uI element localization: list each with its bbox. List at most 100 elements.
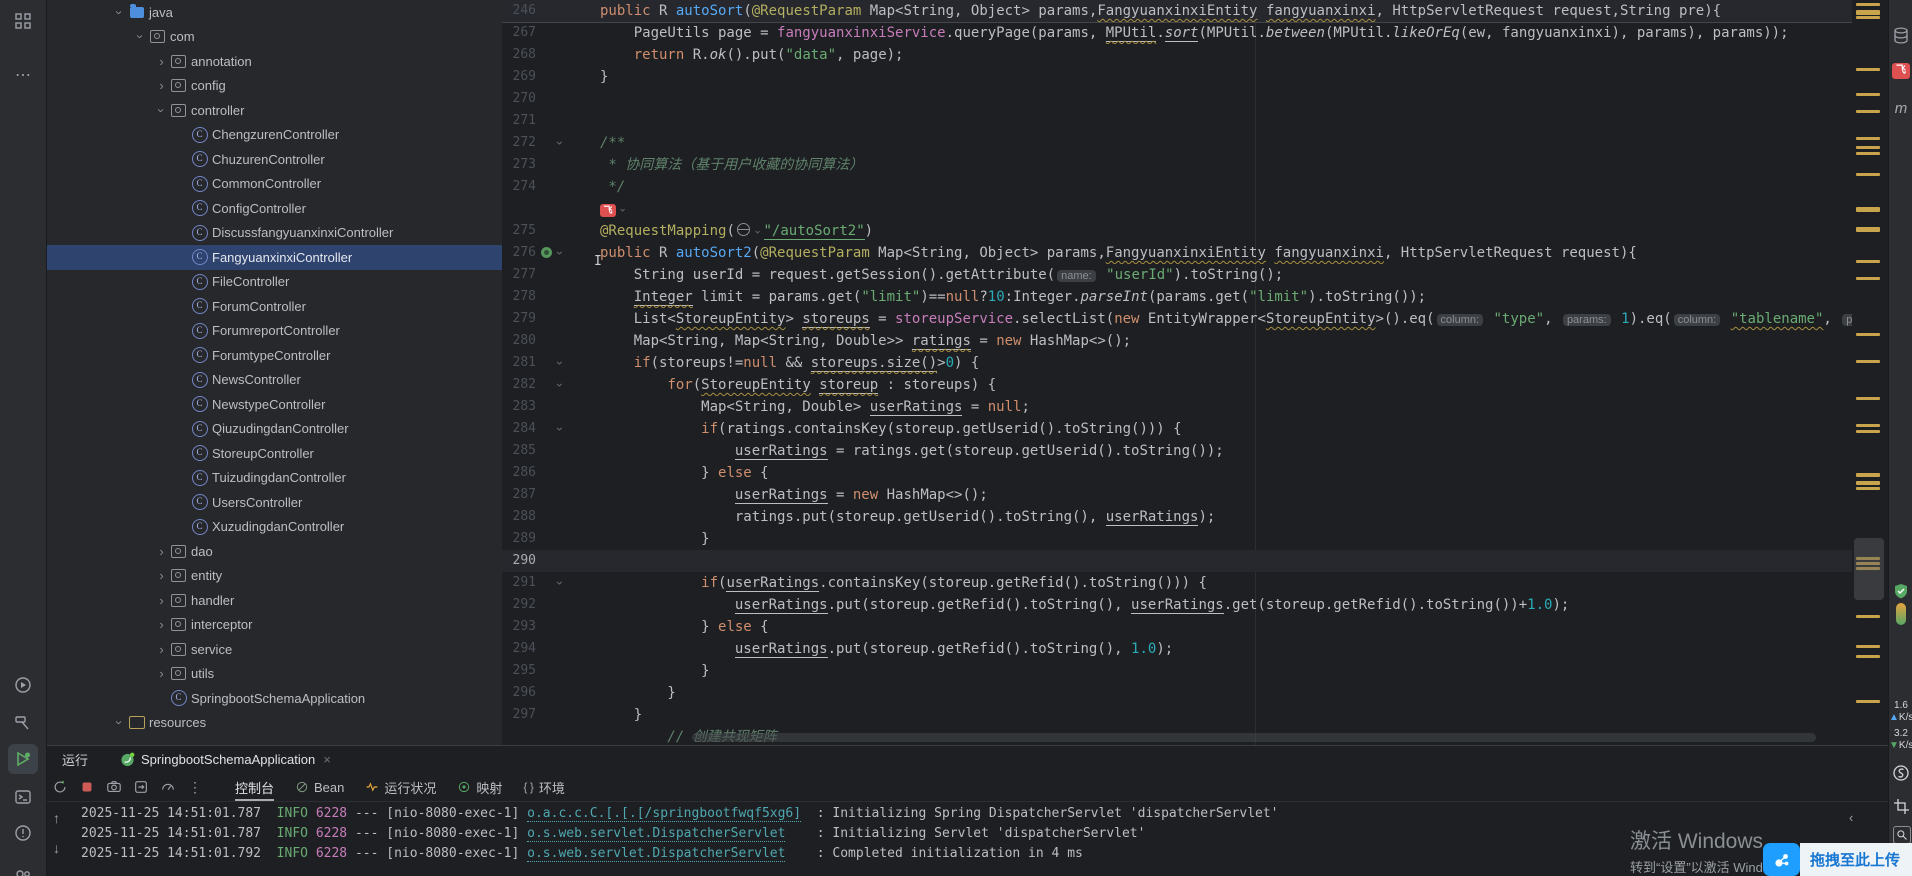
build-icon[interactable]	[8, 708, 38, 738]
tree-item-interceptor[interactable]: ›interceptor	[47, 613, 502, 638]
database-icon[interactable]	[1891, 26, 1911, 46]
code-line-297[interactable]: 297 }	[502, 704, 1852, 726]
project-structure-icon[interactable]	[8, 6, 38, 36]
code-line-288[interactable]: 288 ratings.put(storeup.getUserid().toSt…	[502, 506, 1852, 528]
more-tool-windows-icon[interactable]: ⋯	[8, 60, 38, 90]
vertical-scrollbar-thumb[interactable]	[1854, 538, 1884, 600]
code-line-270[interactable]: 270	[502, 88, 1852, 110]
commit-icon[interactable]	[8, 862, 38, 876]
code-line-268[interactable]: 268 return R.ok().put("data", page);	[502, 44, 1852, 66]
rerun-button[interactable]	[51, 778, 69, 796]
code-line-289[interactable]: 289 }	[502, 528, 1852, 550]
code-line-246[interactable]: 246public R autoSort(@RequestParam Map<S…	[502, 0, 1852, 23]
tree-item-ChuzurenController[interactable]: CChuzurenController	[47, 147, 502, 172]
tree-item-XuzudingdanController[interactable]: CXuzudingdanController	[47, 515, 502, 540]
search-icon[interactable]	[1893, 826, 1911, 844]
code-line-279[interactable]: 279 List<StoreupEntity> storeups = store…	[502, 308, 1852, 330]
tree-item-resources[interactable]: ›resources	[47, 711, 502, 736]
tree-item-StoreupController[interactable]: CStoreupController	[47, 441, 502, 466]
tree-item-DiscussfangyuanxinxiController[interactable]: CDiscussfangyuanxinxiController	[47, 221, 502, 246]
screenshot-button[interactable]	[105, 778, 123, 796]
screenshot-crop-icon[interactable]	[1891, 798, 1911, 815]
tree-chevron-icon[interactable]: ›	[153, 78, 170, 93]
code-line-293[interactable]: 293 } else {	[502, 616, 1852, 638]
code-line-280[interactable]: 280 Map<String, Map<String, Double>> rat…	[502, 330, 1852, 352]
code-line-287[interactable]: 287 userRatings = new HashMap<>();	[502, 484, 1852, 506]
tree-chevron-icon[interactable]: ›	[153, 642, 170, 657]
code-line-292[interactable]: 292 userRatings.put(storeup.getRefid().t…	[502, 594, 1852, 616]
scroll-down-icon[interactable]: ↓	[53, 840, 60, 856]
code-line-294[interactable]: 294 userRatings.put(storeup.getRefid().t…	[502, 638, 1852, 660]
tree-item-ForumController[interactable]: CForumController	[47, 294, 502, 319]
tree-item-ChengzurenController[interactable]: CChengzurenController	[47, 123, 502, 148]
tree-chevron-icon[interactable]: ›	[153, 54, 170, 69]
tree-chevron-icon[interactable]: ›	[112, 4, 127, 21]
tree-item-com[interactable]: ›com	[47, 25, 502, 50]
services-icon[interactable]	[8, 670, 38, 700]
tree-item-java[interactable]: ›java	[47, 0, 502, 25]
code-line-291[interactable]: 291› if(userRatings.containsKey(storeup.…	[502, 572, 1852, 594]
gauge-button[interactable]	[159, 778, 177, 796]
fold-chevron-icon[interactable]: ›	[549, 361, 571, 365]
terminal-icon[interactable]	[8, 782, 38, 812]
tree-item-annotation[interactable]: ›annotation	[47, 49, 502, 74]
fold-chevron-icon[interactable]: ›	[549, 141, 571, 145]
code-line-282[interactable]: 282› for(StoreupEntity storeup : storeup…	[502, 374, 1852, 396]
log-logger-link[interactable]: o.s.web.servlet.DispatcherServlet	[527, 846, 785, 862]
code-line-271[interactable]: 271	[502, 110, 1852, 132]
horizontal-scrollbar[interactable]	[692, 733, 1816, 742]
fold-chevron-icon[interactable]: ›	[549, 581, 571, 585]
code-line-276[interactable]: 276›public R autoSort2(@RequestParam Map…	[502, 242, 1852, 264]
tab-env[interactable]: { } 环境	[517, 773, 570, 801]
fold-chevron-icon[interactable]: ›	[549, 383, 571, 387]
tree-chevron-icon[interactable]: ›	[153, 544, 170, 559]
tab-console[interactable]: 控制台	[229, 773, 280, 801]
tree-item-NewstypeController[interactable]: CNewstypeController	[47, 392, 502, 417]
more-options-icon[interactable]: ⋮	[186, 778, 204, 796]
code-line-290[interactable]: 290	[502, 550, 1852, 572]
code-line-277[interactable]: 277 String userId = request.getSession()…	[502, 264, 1852, 286]
editor-error-stripe[interactable]	[1852, 0, 1888, 745]
code-line-273[interactable]: 273 * 协同算法（基于用户收藏的协同算法）	[502, 154, 1852, 176]
swirl-app-icon[interactable]	[1891, 764, 1911, 782]
code-line-285[interactable]: 285 userRatings = ratings.get(storeup.ge…	[502, 440, 1852, 462]
fold-chevron-icon[interactable]: ›	[549, 251, 571, 255]
code-line-284[interactable]: 284› if(ratings.containsKey(storeup.getU…	[502, 418, 1852, 440]
code-line-272[interactable]: 272›/**	[502, 132, 1852, 154]
log-logger-link[interactable]: o.s.web.servlet.DispatcherServlet	[527, 826, 785, 842]
tree-item-ForumtypeController[interactable]: CForumtypeController	[47, 343, 502, 368]
tree-chevron-icon[interactable]: ›	[153, 593, 170, 608]
code-line-inlay[interactable]: 飞›	[502, 198, 1852, 220]
code-line-283[interactable]: 283 Map<String, Double> userRatings = nu…	[502, 396, 1852, 418]
code-line-281[interactable]: 281› if(storeups!=null && storeups.size(…	[502, 352, 1852, 374]
problems-icon[interactable]	[8, 818, 38, 848]
code-line-295[interactable]: 295 }	[502, 660, 1852, 682]
tree-item-utils[interactable]: ›utils	[47, 662, 502, 687]
tree-item-handler[interactable]: ›handler	[47, 588, 502, 613]
code-line-269[interactable]: 269}	[502, 66, 1852, 88]
editor[interactable]: 246public R autoSort(@RequestParam Map<S…	[502, 0, 1852, 745]
tree-item-config[interactable]: ›config	[47, 74, 502, 99]
tab-mapping[interactable]: 映射	[451, 773, 508, 801]
tree-chevron-icon[interactable]: ›	[153, 568, 170, 583]
tab-health[interactable]: 运行状况	[359, 773, 442, 801]
tab-bean[interactable]: Bean	[289, 773, 350, 801]
tree-item-service[interactable]: ›service	[47, 637, 502, 662]
scroll-up-icon[interactable]: ↑	[53, 810, 60, 826]
tree-item-controller[interactable]: ›controller	[47, 98, 502, 123]
code-line-278[interactable]: 278 Integer limit = params.get("limit")=…	[502, 286, 1852, 308]
tree-chevron-icon[interactable]: ›	[153, 666, 170, 681]
tree-item-QiuzudingdanController[interactable]: CQiuzudingdanController	[47, 417, 502, 442]
tree-chevron-icon[interactable]: ›	[133, 28, 148, 45]
maven-icon[interactable]: m	[1891, 100, 1911, 117]
tree-item-TuizudingdanController[interactable]: CTuizudingdanController	[47, 466, 502, 491]
log-logger-link[interactable]: o.a.c.c.C.[.[.[/springbootfwqf5xg6]	[527, 806, 801, 822]
stop-button[interactable]	[78, 778, 96, 796]
attach-button[interactable]	[132, 778, 150, 796]
tree-item-NewsController[interactable]: CNewsController	[47, 368, 502, 393]
close-icon[interactable]: ×	[323, 752, 331, 767]
fold-chevron-icon[interactable]: ›	[549, 427, 571, 431]
tree-item-ForumreportController[interactable]: CForumreportController	[47, 319, 502, 344]
tree-item-SpringbootSchemaApplication[interactable]: CSpringbootSchemaApplication	[47, 686, 502, 711]
code-line-296[interactable]: 296 }	[502, 682, 1852, 704]
